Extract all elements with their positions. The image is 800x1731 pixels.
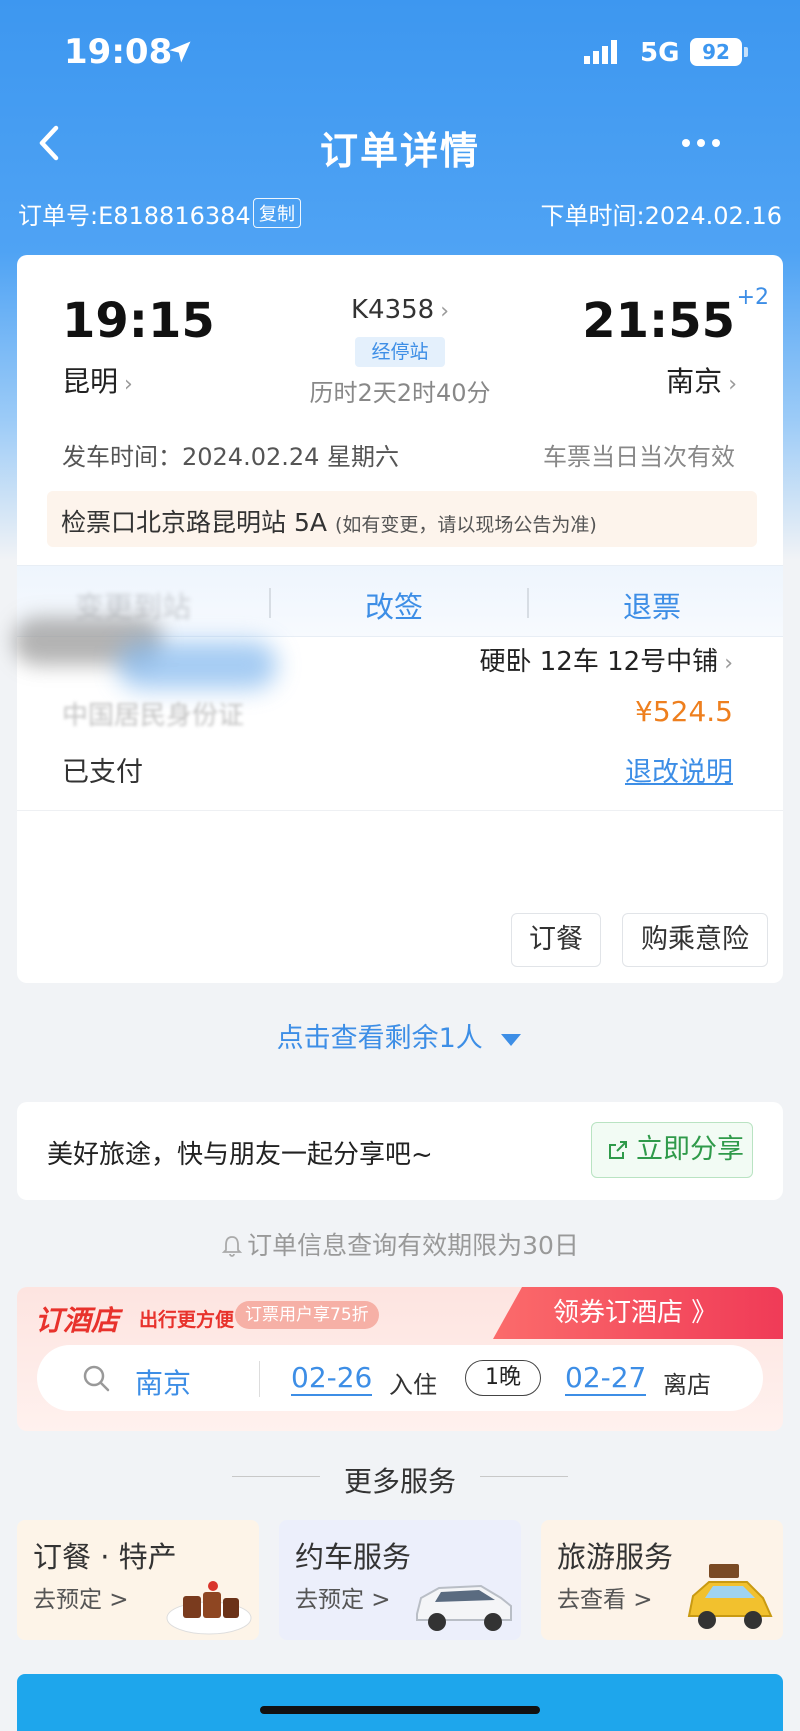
order-number: 订单号:E818816384 — [18, 202, 251, 230]
status-bar: 19:08 5G 92 — [0, 0, 800, 100]
checkout-label: 离店 — [663, 1371, 711, 1399]
divider — [17, 810, 783, 811]
nights-count: 1晚 — [465, 1360, 541, 1396]
hotel-logo: 订酒店 — [35, 1304, 120, 1337]
hotel-subtitle: 出行更方便 — [139, 1309, 235, 1331]
show-more-passengers-text: 点击查看剩余1人 — [276, 1023, 483, 1054]
ticket-gate-info: 检票口北京路昆明站 5A (如有变更，请以现场公告为准) — [47, 491, 757, 547]
checkin-date[interactable]: 02-26 — [291, 1361, 373, 1396]
battery-icon: 92 — [690, 38, 742, 66]
order-time: 下单时间:2024.02.16 — [540, 202, 783, 230]
train-number-text: K4358 — [350, 295, 435, 325]
triangle-down-icon — [501, 1033, 522, 1046]
service-link: 去查看 > — [557, 1587, 653, 1613]
signal-icon — [584, 40, 617, 64]
ticket-validity: 车票当日当次有效 — [543, 443, 735, 471]
service-travel[interactable]: 旅游服务 去查看 > — [541, 1520, 783, 1640]
share-button[interactable]: 立即分享 — [591, 1122, 753, 1178]
network-type: 5G — [640, 38, 680, 68]
gate-note: (如有变更，请以现场公告为准) — [334, 514, 597, 536]
bottom-promo-banner[interactable] — [17, 1674, 783, 1731]
checkout-date[interactable]: 02-27 — [565, 1361, 647, 1396]
ticket-card: 19:15 昆明 › K4358 › 经停站 历时2天2时40分 21:55 +2 … — [13, 255, 783, 983]
show-more-passengers[interactable]: 点击查看剩余1人 — [0, 1016, 800, 1055]
stops-button[interactable]: 经停站 — [355, 337, 445, 367]
service-meal[interactable]: 订餐 · 特产 去预定 > — [17, 1520, 259, 1640]
service-title: 订餐 · 特产 — [33, 1540, 177, 1574]
order-meal-button[interactable]: 订餐 — [511, 913, 601, 967]
payment-status: 已支付 — [62, 757, 143, 788]
refund-rules-link[interactable]: 退改说明 — [625, 750, 733, 789]
hotel-coupon-button[interactable]: 领券订酒店 》 — [493, 1287, 783, 1339]
battery-tip — [744, 47, 748, 57]
nav-bar: 订单详情 — [0, 100, 800, 190]
status-time: 19:08 — [64, 32, 173, 72]
chevron-right-icon: › — [728, 372, 737, 397]
divider — [527, 588, 529, 618]
service-title: 约车服务 — [295, 1540, 412, 1574]
bell-icon — [221, 1236, 243, 1257]
notice-text: 订单信息查询有效期限为30日 — [247, 1231, 579, 1260]
id-type: 中国居民身份证 — [62, 701, 245, 731]
validity-notice: 订单信息查询有效期限为30日 — [0, 1226, 800, 1262]
divider — [259, 1361, 260, 1397]
arrival-station[interactable]: 南京 › — [666, 360, 737, 400]
home-indicator — [260, 1706, 540, 1714]
travel-car-icon — [687, 1564, 773, 1629]
ticket-price: ¥524.5 — [635, 695, 733, 728]
reschedule-button[interactable]: 改签 — [365, 584, 423, 626]
arrival-station-name: 南京 — [666, 365, 723, 398]
service-link: 去预定 > — [33, 1587, 129, 1613]
redacted-passenger-info — [117, 641, 277, 689]
seat-info[interactable]: 硬卧 12车 12号中铺 › — [479, 641, 733, 678]
share-card: 美好旅途，快与朋友一起分享吧~ 立即分享 — [17, 1102, 783, 1200]
service-title: 旅游服务 — [557, 1540, 674, 1574]
arrival-time: 21:55 — [582, 293, 735, 349]
copy-button[interactable]: 复制 — [253, 198, 301, 228]
gate-text: 检票口北京路昆明站 5A — [61, 508, 327, 537]
hotel-discount-badge: 订票用户享75折 — [235, 1301, 379, 1329]
hotel-city[interactable]: 南京 — [135, 1362, 191, 1402]
hotel-search-bar[interactable]: 南京 02-26 入住 1晚 02-27 离店 — [37, 1345, 763, 1411]
car-icon — [416, 1584, 512, 1631]
share-text: 美好旅途，快与朋友一起分享吧~ — [47, 1140, 433, 1170]
seat-text: 硬卧 12车 12号中铺 — [479, 647, 719, 677]
divider — [269, 588, 271, 618]
more-options-icon[interactable] — [676, 118, 726, 168]
share-button-label: 立即分享 — [636, 1134, 744, 1165]
chevron-right-icon: › — [440, 299, 450, 324]
buy-insurance-button[interactable]: 购乘意险 — [622, 913, 768, 967]
search-icon — [83, 1365, 110, 1392]
departure-date: 发车时间：2024.02.24 星期六 — [62, 443, 400, 471]
service-link: 去预定 > — [295, 1587, 391, 1613]
food-plate-icon — [166, 1581, 252, 1635]
checkin-label: 入住 — [389, 1371, 437, 1399]
arrival-day-offset: +2 — [736, 285, 769, 310]
divider — [480, 1476, 568, 1477]
chevron-right-icon: › — [724, 651, 733, 676]
more-services-title: 更多服务 — [343, 1465, 456, 1498]
service-car[interactable]: 约车服务 去预定 > — [279, 1520, 521, 1640]
refund-button[interactable]: 退票 — [623, 584, 681, 626]
hotel-banner[interactable]: 订酒店 出行更方便 订票用户享75折 领券订酒店 》 南京 02-26 入住 1… — [17, 1287, 783, 1431]
location-arrow-icon — [169, 41, 191, 63]
share-icon — [609, 1141, 627, 1159]
